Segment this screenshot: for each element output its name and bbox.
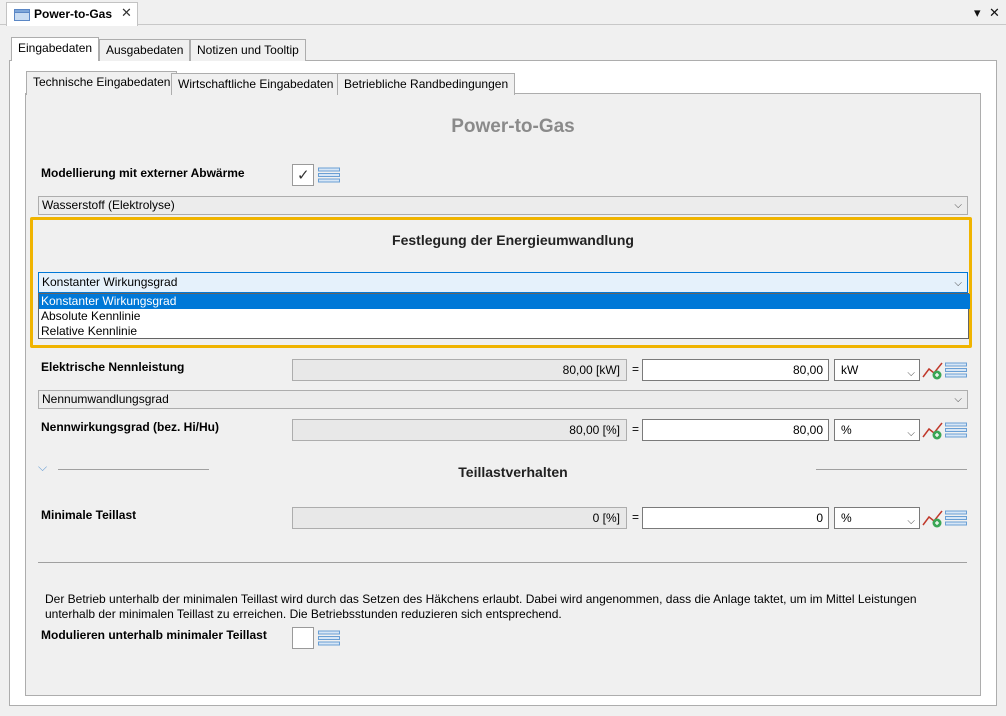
chart-trend-icon[interactable] [922, 419, 944, 441]
conversion-select[interactable]: Konstanter Wirkungsgrad ⌵ [38, 272, 968, 293]
chevron-down-icon: ⌵ [907, 368, 915, 379]
conversion-select-value: Konstanter Wirkungsgrad [42, 275, 178, 289]
page-title: Power-to-Gas [451, 116, 575, 137]
min-partload-computed: 0 [%] [292, 507, 627, 529]
chart-trend-icon[interactable] [922, 359, 944, 381]
close-tab-icon[interactable]: ✕ [121, 5, 132, 21]
nominal-efficiency-computed: 80,00 [%] [292, 419, 627, 441]
document-tab-power-to-gas[interactable]: Power-to-Gas ✕ [6, 2, 138, 26]
tab-betriebliche[interactable]: Betriebliche Randbedingungen [337, 73, 516, 95]
section-divider [38, 562, 967, 563]
technology-select[interactable]: Wasserstoff (Elektrolyse) ⌵ [38, 196, 968, 215]
chevron-down-icon: ⌵ [954, 278, 962, 289]
equals-sign: = [632, 422, 640, 436]
equals-sign: = [632, 362, 640, 376]
conversion-dropdown-list: Konstanter Wirkungsgrad Absolute Kennlin… [38, 293, 970, 339]
unit-value: % [841, 423, 852, 437]
nominal-efficiency-input[interactable]: 80,00 [642, 419, 829, 441]
section-divider [816, 469, 967, 470]
document-tabbar [0, 0, 1006, 25]
dropdown-menu-icon[interactable]: ▾ [974, 5, 981, 21]
document-tab-title: Power-to-Gas [34, 7, 113, 21]
min-partload-label: Minimale Teillast [41, 508, 137, 522]
unit-value: kW [841, 363, 859, 377]
external-heat-checkbox[interactable]: ✓ [292, 164, 314, 186]
min-partload-input[interactable]: 0 [642, 507, 829, 529]
section-divider [58, 469, 209, 470]
close-window-icon[interactable]: ✕ [989, 5, 1000, 21]
nominal-power-input[interactable]: 80,00 [642, 359, 829, 381]
chevron-down-icon: ⌵ [954, 394, 962, 405]
option-konstanter-wirkungsgrad[interactable]: Konstanter Wirkungsgrad [39, 294, 970, 309]
modulate-checkbox[interactable] [292, 627, 314, 649]
list-icon[interactable] [945, 362, 967, 378]
efficiency-select-value: Nennumwandlungsgrad [42, 392, 169, 406]
unit-value: % [841, 511, 852, 525]
tab-eingabedaten[interactable]: Eingabedaten [11, 37, 100, 61]
chevron-down-icon: ⌵ [907, 428, 915, 439]
min-partload-unit-select[interactable]: % ⌵ [834, 507, 920, 529]
partload-info-text: Der Betrieb unterhalb der minimalen Teil… [45, 592, 917, 621]
checkmark-icon: ✓ [297, 167, 310, 184]
collapse-chevron-icon[interactable]: ⌵ [38, 460, 47, 475]
nominal-efficiency-label: Nennwirkungsgrad (bez. Hi/Hu) [41, 420, 220, 434]
list-icon[interactable] [945, 510, 967, 526]
list-icon[interactable] [318, 630, 340, 646]
nominal-efficiency-unit-select[interactable]: % ⌵ [834, 419, 920, 441]
tab-wirtschaftliche[interactable]: Wirtschaftliche Eingabedaten [171, 73, 341, 95]
external-heat-label: Modellierung mit externer Abwärme [41, 166, 245, 180]
tab-notizen[interactable]: Notizen und Tooltip [190, 39, 306, 61]
modulate-label: Modulieren unterhalb minimaler Teillast [41, 628, 267, 642]
tab-technische[interactable]: Technische Eingabedaten [26, 71, 178, 95]
chart-trend-icon[interactable] [922, 507, 944, 529]
document-icon [14, 9, 30, 21]
chevron-down-icon: ⌵ [907, 516, 915, 527]
technology-select-value: Wasserstoff (Elektrolyse) [42, 198, 175, 212]
equals-sign: = [632, 510, 640, 524]
partload-title: Teillastverhalten [458, 464, 568, 480]
list-icon[interactable] [318, 167, 340, 183]
tab-ausgabedaten[interactable]: Ausgabedaten [99, 39, 191, 61]
nominal-power-computed: 80,00 [kW] [292, 359, 627, 381]
efficiency-select[interactable]: Nennumwandlungsgrad ⌵ [38, 390, 968, 409]
option-relative-kennlinie[interactable]: Relative Kennlinie [39, 324, 970, 339]
nominal-power-unit-select[interactable]: kW ⌵ [834, 359, 920, 381]
chevron-down-icon: ⌵ [954, 200, 962, 211]
nominal-power-label: Elektrische Nennleistung [41, 360, 185, 374]
option-absolute-kennlinie[interactable]: Absolute Kennlinie [39, 309, 970, 324]
list-icon[interactable] [945, 422, 967, 438]
conversion-title: Festlegung der Energieumwandlung [392, 232, 634, 248]
